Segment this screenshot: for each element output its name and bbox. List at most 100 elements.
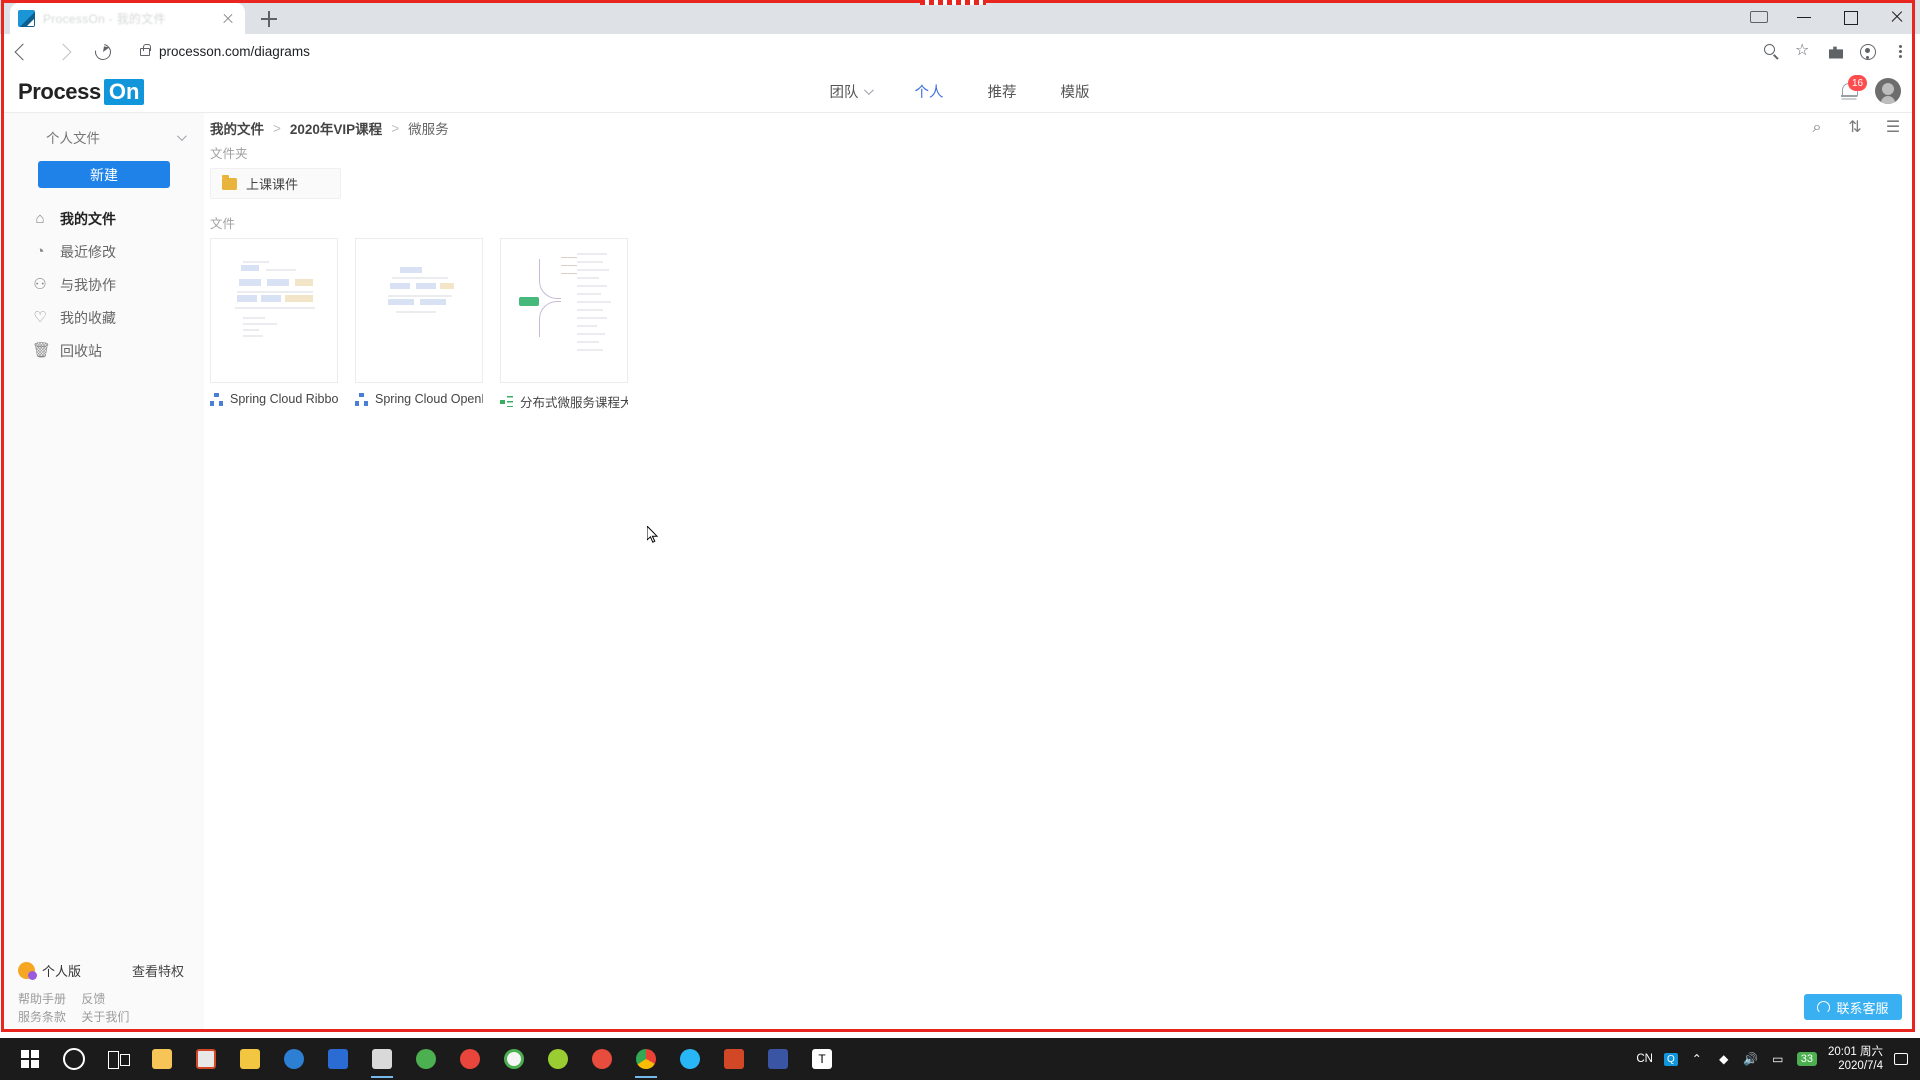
mouse-cursor xyxy=(647,526,659,543)
clock-date: 2020/7/4 xyxy=(1838,1060,1883,1072)
cloud-icon[interactable] xyxy=(536,1038,580,1080)
footer-link-terms[interactable]: 服务条款 xyxy=(18,1010,66,1024)
notification-center-icon[interactable] xyxy=(1894,1053,1908,1065)
contact-service-label: 联系客服 xyxy=(1836,1000,1889,1016)
file-thumbnail[interactable] xyxy=(355,238,483,383)
taskbar-clock[interactable]: 20:01 周六 2020/7/4 xyxy=(1828,1045,1883,1073)
task-view-icon[interactable] xyxy=(96,1038,140,1080)
reload-icon[interactable] xyxy=(86,35,120,69)
ime-icon[interactable]: Q xyxy=(1663,1052,1678,1066)
back-arrow-icon[interactable] xyxy=(6,35,40,69)
breadcrumb-item-course[interactable]: 2020年VIP课程 xyxy=(290,118,382,138)
space-selector[interactable]: 个人文件 xyxy=(4,113,204,157)
chrome-alt-icon[interactable] xyxy=(492,1038,536,1080)
temperature-indicator[interactable]: 33 xyxy=(1796,1052,1818,1066)
nav-item-personal[interactable]: 个人 xyxy=(915,81,944,102)
file-card[interactable]: Spring Cloud Ribbon... xyxy=(210,238,338,411)
list-view-icon[interactable]: ☰ xyxy=(1884,119,1902,137)
close-button[interactable] xyxy=(1874,0,1920,34)
photos-icon[interactable] xyxy=(184,1038,228,1080)
sidebar-label-trash: 回收站 xyxy=(60,342,102,359)
puzzle-icon[interactable] xyxy=(1822,38,1850,66)
browser-toolbar: processon.com/diagrams ☆ xyxy=(0,34,1920,69)
tray-app-icon[interactable]: ◆ xyxy=(1716,1051,1732,1067)
file-thumbnail[interactable] xyxy=(500,238,628,383)
tray-expand-icon[interactable]: ⌃ xyxy=(1689,1051,1705,1067)
file-name-row: 分布式微服务课程大纲... xyxy=(500,392,628,411)
grass-icon[interactable] xyxy=(404,1038,448,1080)
search-icon[interactable] xyxy=(52,1038,96,1080)
sidebar-item-my-files[interactable]: ⌂ 我的文件 xyxy=(4,202,204,235)
spinner-icon[interactable] xyxy=(580,1038,624,1080)
sidebar-item-trash[interactable]: 🗑 回收站 xyxy=(4,334,204,367)
breadcrumb-separator: > xyxy=(391,120,400,136)
folder-card[interactable]: 上课课件 xyxy=(210,168,341,199)
file-name: Spring Cloud OpenFei... xyxy=(375,392,483,406)
browser-tabstrip: ProcessOn - 我的文件 xyxy=(0,0,1920,34)
tab-close-icon[interactable] xyxy=(219,10,237,28)
sidebar-item-recent[interactable]: ◔ 最近修改 xyxy=(4,235,204,268)
sidebar-item-collaborate[interactable]: ⚇ 与我协作 xyxy=(4,268,204,301)
browser-tab[interactable]: ProcessOn - 我的文件 xyxy=(10,3,245,34)
cast-icon[interactable] xyxy=(1746,4,1772,30)
users-icon: ⚇ xyxy=(33,275,47,293)
profile-icon[interactable] xyxy=(1854,38,1882,66)
network-icon[interactable]: ▭ xyxy=(1770,1051,1786,1067)
sidebar-item-favorites[interactable]: ♡ 我的收藏 xyxy=(4,301,204,334)
minimize-button[interactable] xyxy=(1782,0,1828,34)
visio-icon[interactable] xyxy=(756,1038,800,1080)
address-bar[interactable]: processon.com/diagrams xyxy=(128,39,1748,65)
nav-item-team[interactable]: 团队 xyxy=(830,81,874,102)
url-text: processon.com/diagrams xyxy=(159,44,310,59)
edge-icon[interactable] xyxy=(272,1038,316,1080)
app-icon[interactable] xyxy=(360,1038,404,1080)
new-button[interactable]: 新建 xyxy=(38,161,170,188)
forward-arrow-icon[interactable] xyxy=(46,35,80,69)
tab-title: ProcessOn - 我的文件 xyxy=(43,12,166,26)
annotation-dashes xyxy=(920,0,986,5)
maximize-button[interactable] xyxy=(1828,0,1874,34)
chevron-down-icon xyxy=(176,130,187,141)
breadcrumb-item-root[interactable]: 我的文件 xyxy=(210,118,264,138)
privileges-link[interactable]: 查看特权 xyxy=(132,961,184,980)
star-icon[interactable]: ☆ xyxy=(1790,38,1818,66)
search-icon[interactable] xyxy=(1758,38,1786,66)
trash-icon: 🗑 xyxy=(32,341,52,359)
search-icon[interactable]: ⌕ xyxy=(1808,119,1826,137)
file-name-row: Spring Cloud Ribbon... xyxy=(210,392,338,406)
powerpoint-icon[interactable] xyxy=(712,1038,756,1080)
plan-label: 个人版 xyxy=(42,964,82,979)
nav-label-recommend: 推荐 xyxy=(987,84,1017,101)
kebab-menu-icon[interactable] xyxy=(1886,38,1914,66)
window-controls xyxy=(1782,0,1920,34)
footer-link-about[interactable]: 关于我们 xyxy=(81,1010,129,1024)
footer-link-feedback[interactable]: 反馈 xyxy=(81,992,105,1006)
nav-item-recommend[interactable]: 推荐 xyxy=(988,81,1017,102)
notification-bell-icon[interactable]: 16 xyxy=(1839,75,1868,101)
heart-icon: ♡ xyxy=(33,308,47,326)
windows-start-icon[interactable] xyxy=(8,1038,52,1080)
file-card[interactable]: Spring Cloud OpenFei... xyxy=(355,238,483,411)
store-icon[interactable] xyxy=(316,1038,360,1080)
clock-time: 20:01 周六 xyxy=(1828,1046,1883,1058)
opera-icon[interactable] xyxy=(448,1038,492,1080)
sort-icon[interactable]: ⇅ xyxy=(1846,119,1864,137)
file-card[interactable]: 分布式微服务课程大纲... xyxy=(500,238,628,411)
chrome-icon[interactable] xyxy=(624,1038,668,1080)
nav-item-templates[interactable]: 模版 xyxy=(1061,81,1090,102)
contact-service-button[interactable]: 联系客服 xyxy=(1804,994,1902,1020)
user-avatar[interactable] xyxy=(1875,78,1901,104)
new-tab-button[interactable] xyxy=(258,8,280,30)
typora-icon[interactable]: T xyxy=(800,1038,844,1080)
file-grid: Spring Cloud Ribbon... xyxy=(204,238,1916,411)
system-tray: CN Q ⌃ ◆ 🔊 ▭ 33 20:01 周六 2020/7/4 xyxy=(1636,1045,1920,1073)
footer-link-help[interactable]: 帮助手册 xyxy=(18,992,66,1006)
home-icon: ⌂ xyxy=(35,209,45,227)
sticky-notes-icon[interactable] xyxy=(228,1038,272,1080)
file-explorer-icon[interactable] xyxy=(140,1038,184,1080)
volume-icon[interactable]: 🔊 xyxy=(1743,1051,1759,1067)
ime-indicator[interactable]: CN xyxy=(1636,1053,1653,1065)
file-thumbnail[interactable] xyxy=(210,238,338,383)
telegram-icon[interactable] xyxy=(668,1038,712,1080)
flowchart-icon xyxy=(210,392,223,406)
